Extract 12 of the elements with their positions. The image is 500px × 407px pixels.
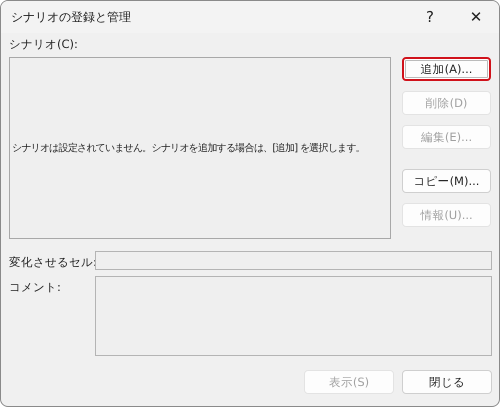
empty-message: シナリオは設定されていません。シナリオを追加する場合は、[追加] を選択します。 — [12, 142, 365, 155]
comment-label: コメント: — [9, 280, 61, 294]
side-button[interactable]: コピー(M)... — [402, 169, 491, 193]
window-title: シナリオの登録と管理 — [11, 8, 132, 26]
comment-field[interactable] — [95, 276, 492, 356]
scenario-label: シナリオ(C): — [9, 36, 79, 53]
close-button[interactable]: ✕ — [453, 1, 499, 33]
help-button[interactable]: ? — [407, 1, 453, 33]
scenario-list[interactable]: シナリオは設定されていません。シナリオを追加する場合は、[追加] を選択します。 — [9, 57, 391, 239]
changing-cells-field[interactable] — [95, 251, 492, 270]
side-button[interactable]: 追加(A)... — [402, 57, 491, 81]
footer-button[interactable]: 閉じる — [402, 370, 492, 394]
